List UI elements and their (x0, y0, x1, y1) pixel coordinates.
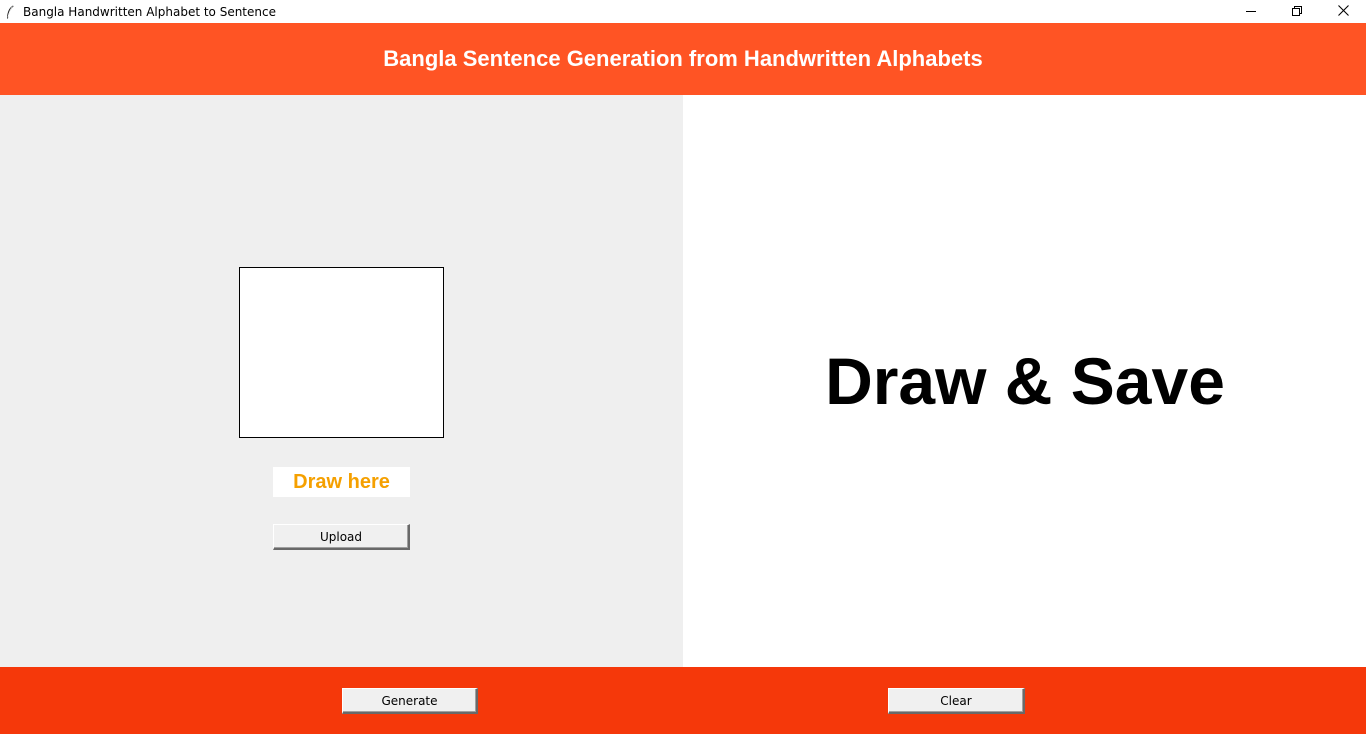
window-titlebar[interactable]: Bangla Handwritten Alphabet to Sentence (0, 0, 1366, 23)
generate-button[interactable]: Generate (342, 688, 478, 714)
restore-button[interactable] (1274, 0, 1320, 23)
app-header: Bangla Sentence Generation from Handwrit… (0, 23, 1366, 95)
draw-here-label: Draw here (273, 467, 410, 497)
window-title: Bangla Handwritten Alphabet to Sentence (23, 4, 276, 19)
output-panel: Draw & Save (683, 95, 1366, 667)
drawing-canvas[interactable] (239, 267, 444, 438)
close-icon (1337, 3, 1349, 21)
minimize-icon (1246, 3, 1256, 21)
app-footer: Generate Clear (0, 667, 1366, 734)
clear-button[interactable]: Clear (888, 688, 1025, 714)
input-panel: Draw here Upload (0, 95, 683, 667)
feather-icon (6, 5, 14, 19)
upload-button[interactable]: Upload (273, 524, 410, 550)
minimize-button[interactable] (1228, 0, 1274, 23)
close-button[interactable] (1320, 0, 1366, 23)
restore-icon (1292, 3, 1302, 21)
window-controls (1228, 0, 1366, 23)
page-title: Bangla Sentence Generation from Handwrit… (383, 46, 983, 71)
output-status-text: Draw & Save (825, 343, 1225, 418)
